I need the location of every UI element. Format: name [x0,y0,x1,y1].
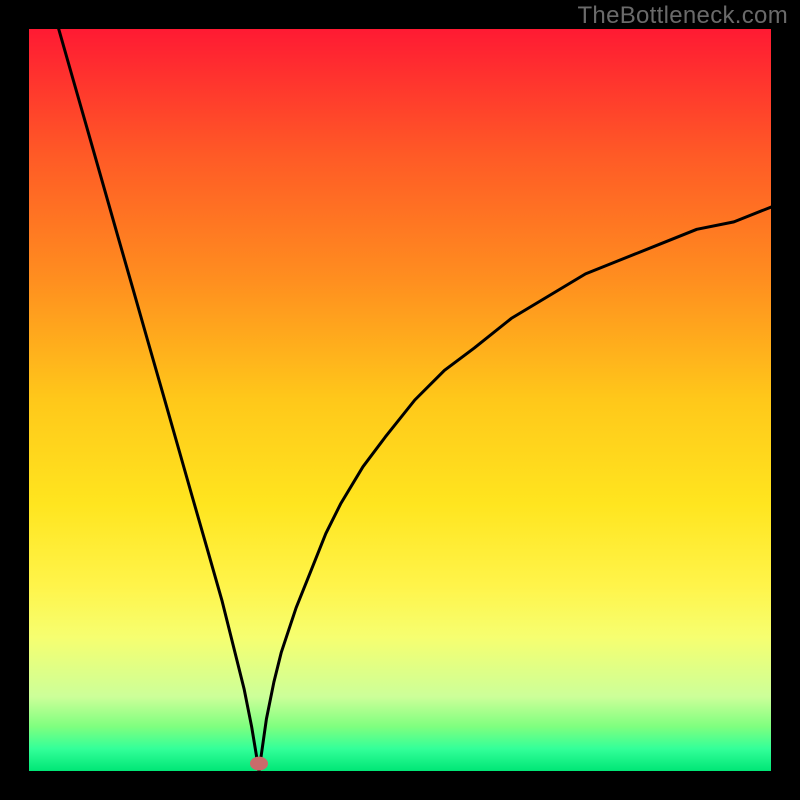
optimum-marker-icon [250,757,268,771]
bottleneck-chart [29,29,771,771]
plot-background [29,29,771,771]
watermark-text: TheBottleneck.com [577,2,788,30]
chart-frame: TheBottleneck.com [0,0,800,800]
